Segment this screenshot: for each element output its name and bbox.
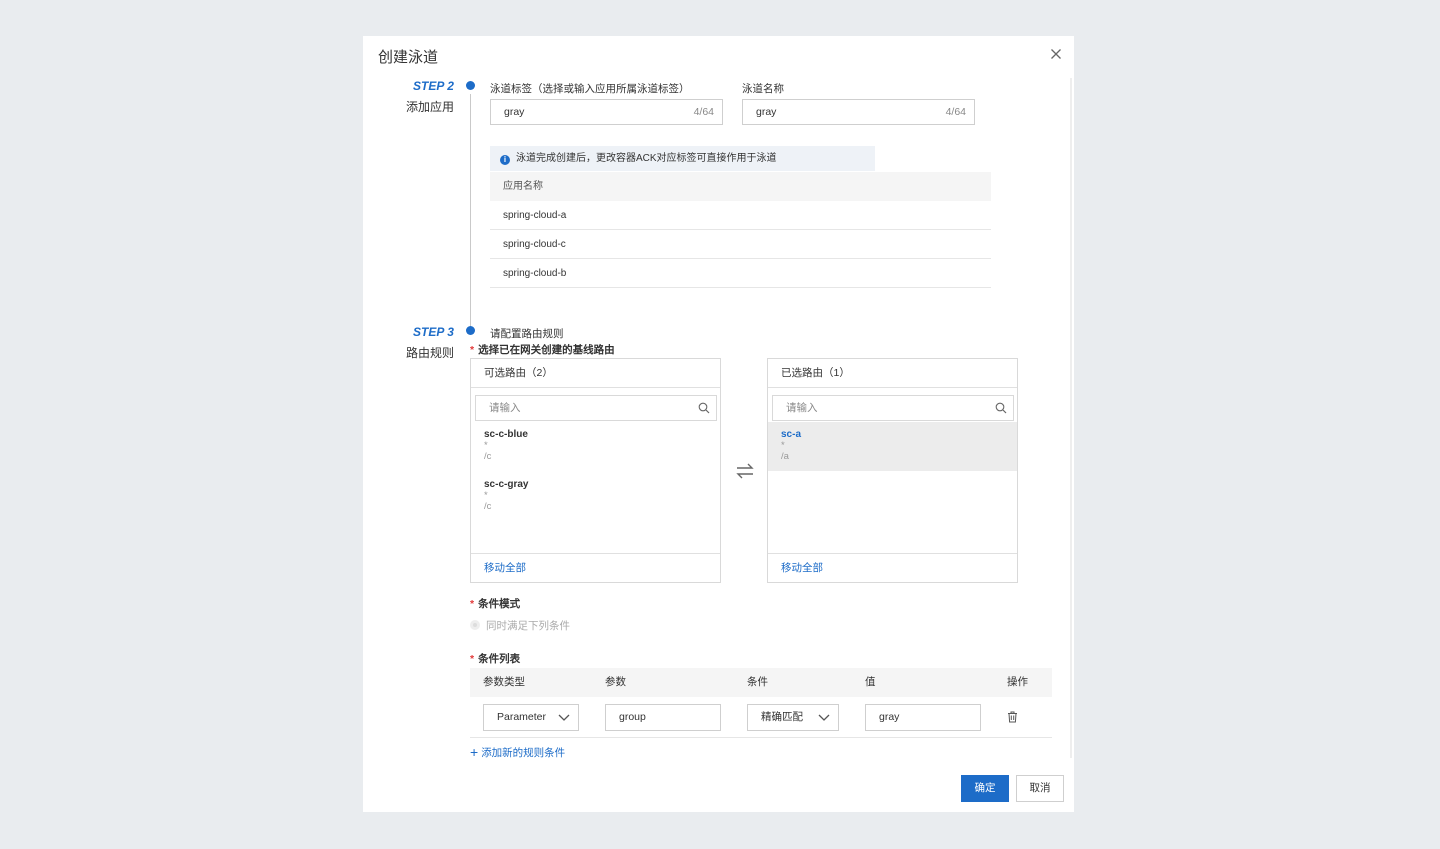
swap-arrows-icon[interactable] [735, 462, 755, 483]
available-routes-panel: 可选路由（2） 请输入 sc-c-blue * /c sc-c-gray * /… [470, 358, 721, 583]
value-input[interactable]: gray [865, 704, 981, 731]
route-item[interactable]: sc-c-blue * /c [471, 429, 720, 475]
route-name: sc-c-blue [484, 429, 528, 440]
col-param: 参数 [605, 676, 626, 688]
route-item[interactable]: sc-c-gray * /c [471, 479, 720, 525]
selected-routes-panel: 已选路由（1） 请输入 sc-a * /a 移动全部 [767, 358, 1018, 583]
name-label: 泳道名称 [742, 83, 784, 95]
mode-label: * 条件模式 [470, 598, 521, 610]
tag-label: 泳道标签（选择或输入应用所属泳道标签） [490, 83, 690, 95]
create-lane-dialog: 创建泳道 STEP 2 添加应用 泳道标签（选择或输入应用所属泳道标签） gra… [363, 36, 1074, 812]
step3-title: 路由规则 [406, 346, 455, 360]
chevron-down-icon [558, 714, 570, 721]
name-char-count: 4/64 [945, 106, 966, 118]
mode-option-label: 同时满足下列条件 [486, 620, 570, 632]
search-placeholder: 请输入 [786, 402, 818, 414]
param-type-select[interactable]: Parameter [483, 704, 579, 731]
step-connector [470, 94, 471, 330]
add-rule-button[interactable]: + 添加新的规则条件 [470, 744, 565, 760]
table-row[interactable]: spring-cloud-c [490, 230, 991, 259]
route-path: /c [484, 501, 492, 512]
condition-table-header: 参数类型 参数 条件 值 操作 [470, 668, 1052, 697]
move-all-right-button[interactable]: 移动全部 [471, 553, 720, 582]
table-row: Parameter group 精确匹配 gray [470, 697, 1052, 738]
tag-input[interactable]: gray 4/64 [490, 99, 723, 125]
condition-value: 精确匹配 [761, 711, 803, 723]
delete-icon[interactable] [1007, 711, 1018, 726]
param-input[interactable]: group [605, 704, 721, 731]
info-icon: i [500, 155, 510, 165]
route-host: * [484, 490, 488, 501]
table-row[interactable]: spring-cloud-a [490, 201, 991, 230]
route-name: sc-a [781, 429, 802, 440]
chevron-down-icon [818, 714, 830, 721]
tag-char-count: 4/64 [693, 106, 714, 118]
search-icon[interactable] [698, 402, 710, 414]
col-ops: 操作 [1007, 676, 1028, 688]
param-type-value: Parameter [497, 711, 547, 723]
baseline-route-label: * 选择已在网关创建的基线路由 [470, 344, 615, 356]
name-input-value: gray [756, 106, 777, 118]
close-icon[interactable] [1048, 46, 1064, 62]
route-host: * [484, 440, 488, 451]
search-placeholder: 请输入 [489, 402, 521, 414]
scrollbar[interactable] [1070, 78, 1072, 758]
step3-number: STEP 3 [413, 325, 454, 339]
table-row[interactable]: spring-cloud-b [490, 259, 991, 288]
add-rule-label: 添加新的规则条件 [481, 747, 566, 759]
param-input-value: group [619, 711, 646, 723]
name-input[interactable]: gray 4/64 [742, 99, 975, 125]
step2-number: STEP 2 [413, 79, 454, 93]
plus-icon: + [470, 744, 479, 760]
selected-routes-title: 已选路由（1） [768, 359, 1017, 388]
info-notice: i 泳道完成创建后，更改容器ACK对应标签可直接作用于泳道 [490, 146, 875, 171]
mode-radio[interactable]: 同时满足下列条件 [470, 618, 570, 633]
app-table-header: 应用名称 [490, 172, 991, 201]
col-cond: 条件 [747, 676, 768, 688]
route-host: * [781, 440, 785, 451]
step2-title: 添加应用 [406, 100, 455, 114]
col-type: 参数类型 [483, 676, 525, 688]
dialog-title: 创建泳道 [378, 49, 439, 66]
cond-list-label: * 条件列表 [470, 653, 521, 665]
notice-text: 泳道完成创建后，更改容器ACK对应标签可直接作用于泳道 [516, 153, 777, 164]
route-item-selected[interactable]: sc-a * /a [768, 422, 1017, 471]
route-path: /a [781, 451, 789, 462]
condition-select[interactable]: 精确匹配 [747, 704, 839, 731]
tag-input-value: gray [504, 106, 525, 118]
confirm-button[interactable]: 确定 [961, 775, 1009, 802]
available-routes-title: 可选路由（2） [471, 359, 720, 388]
step3-dot [466, 326, 475, 335]
radio-circle [470, 620, 480, 630]
route-path: /c [484, 451, 492, 462]
selected-search-input[interactable]: 请输入 [772, 395, 1014, 421]
step2-dot [466, 81, 475, 90]
col-value: 值 [865, 676, 876, 688]
step3-subtitle: 请配置路由规则 [490, 328, 564, 340]
available-search-input[interactable]: 请输入 [475, 395, 717, 421]
app-table: 应用名称 spring-cloud-a spring-cloud-c sprin… [490, 172, 991, 288]
value-input-value: gray [879, 711, 900, 723]
condition-table: 参数类型 参数 条件 值 操作 Parameter group 精确匹配 gra… [470, 668, 1052, 738]
move-all-left-button[interactable]: 移动全部 [768, 553, 1017, 582]
cancel-button[interactable]: 取消 [1016, 775, 1064, 802]
route-name: sc-c-gray [484, 479, 529, 490]
search-icon[interactable] [995, 402, 1007, 414]
